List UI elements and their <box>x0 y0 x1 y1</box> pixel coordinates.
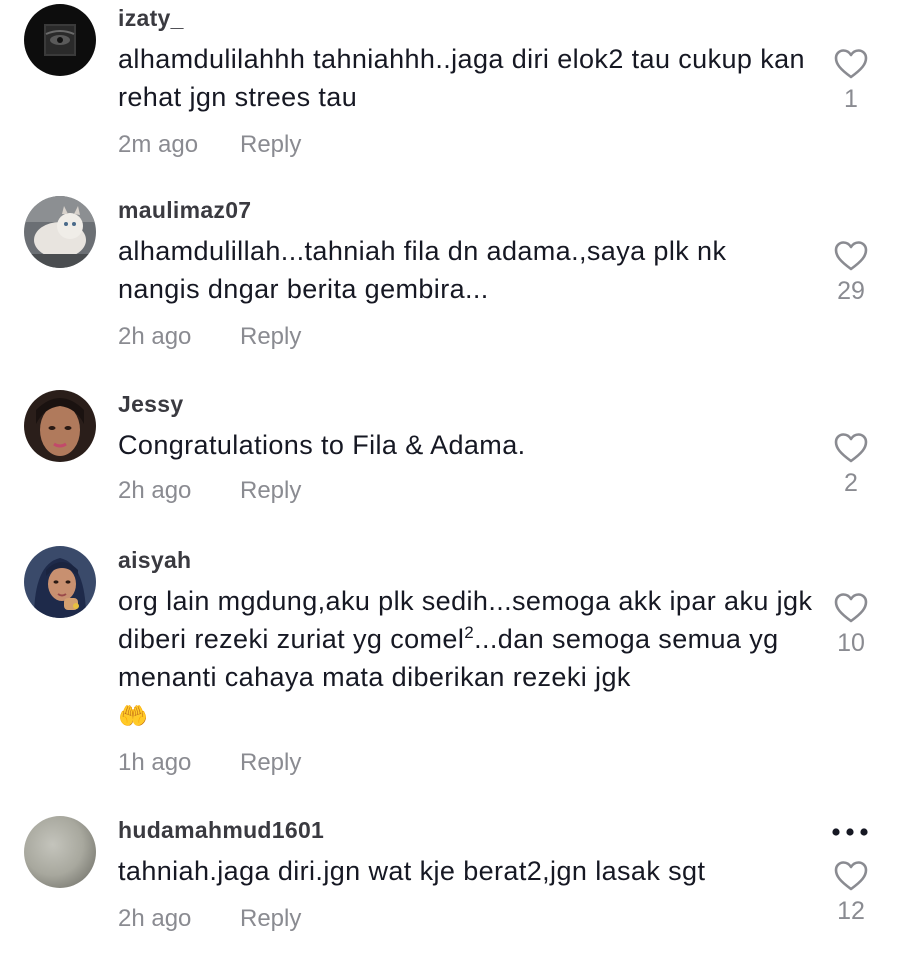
like-count: 29 <box>837 277 865 305</box>
comment-text: org lain mgdung,aku plk sedih...semoga a… <box>118 582 818 736</box>
raising-hands-emoji: 🤲 <box>118 702 149 730</box>
like-button[interactable]: 12 <box>826 860 876 926</box>
heart-outline-icon[interactable] <box>834 240 868 272</box>
comment-text: alhamdulilahhh tahniahhh..jaga diri elok… <box>118 44 805 112</box>
comment-item: aisyah org lain mgdung,aku plk sedih...s… <box>0 546 916 786</box>
heart-outline-icon[interactable] <box>834 432 868 464</box>
avatar[interactable] <box>24 4 96 76</box>
avatar[interactable] <box>24 390 96 462</box>
comment-meta: 2h ago Reply <box>118 476 301 506</box>
reply-button[interactable]: Reply <box>240 748 301 778</box>
reply-button[interactable]: Reply <box>240 322 301 352</box>
comment-meta: 2h ago Reply <box>118 904 301 934</box>
reply-button[interactable]: Reply <box>240 130 301 160</box>
username[interactable]: aisyah <box>118 546 191 574</box>
comment-meta: 1h ago Reply <box>118 748 301 778</box>
comment-meta: 2h ago Reply <box>118 322 301 352</box>
username[interactable]: izaty_ <box>118 4 184 32</box>
avatar[interactable] <box>24 196 96 268</box>
avatar[interactable] <box>24 546 96 618</box>
like-count: 12 <box>837 897 865 925</box>
like-button[interactable]: 10 <box>826 592 876 658</box>
username[interactable]: hudamahmud1601 <box>118 816 324 844</box>
comment-meta: 2m ago Reply <box>118 130 301 160</box>
avatar-image <box>24 546 96 618</box>
username[interactable]: maulimaz07 <box>118 196 251 224</box>
heart-outline-icon[interactable] <box>834 48 868 80</box>
reply-button[interactable]: Reply <box>240 476 301 506</box>
timestamp: 2h ago <box>118 323 192 350</box>
comment-item: hudamahmud1601 tahniah.jaga diri.jgn wat… <box>0 816 916 946</box>
comment-text: Congratulations to Fila & Adama. <box>118 430 526 460</box>
avatar-image <box>24 4 96 76</box>
like-button[interactable]: 29 <box>826 240 876 306</box>
like-button[interactable]: 1 <box>826 48 876 114</box>
timestamp: 2h ago <box>118 477 192 504</box>
timestamp: 2m ago <box>118 131 199 158</box>
avatar-image <box>24 390 96 462</box>
timestamp: 1h ago <box>118 749 192 776</box>
avatar-image <box>24 196 96 268</box>
heart-outline-icon[interactable] <box>834 860 868 892</box>
timestamp: 2h ago <box>118 905 192 932</box>
username[interactable]: Jessy <box>118 390 183 418</box>
comment-item: Jessy Congratulations to Fila & Adama. 2… <box>0 390 916 510</box>
comment-item: maulimaz07 alhamdulillah...tahniah fila … <box>0 196 916 356</box>
like-count: 10 <box>837 629 865 657</box>
reply-button[interactable]: Reply <box>240 904 301 934</box>
like-count: 2 <box>844 469 858 497</box>
comment-text: alhamdulillah...tahniah fila dn adama.,s… <box>118 236 727 304</box>
comment-list: izaty_ alhamdulilahhh tahniahhh..jaga di… <box>0 0 916 972</box>
like-button[interactable]: 2 <box>826 432 876 498</box>
avatar[interactable] <box>24 816 96 888</box>
superscript: 2 <box>464 623 475 642</box>
ellipsis-icon[interactable] <box>830 826 870 838</box>
avatar-image <box>24 816 96 888</box>
like-count: 1 <box>844 85 858 113</box>
comment-item: izaty_ alhamdulilahhh tahniahhh..jaga di… <box>0 4 916 164</box>
comment-text: tahniah.jaga diri.jgn wat kje berat2,jgn… <box>118 856 706 886</box>
heart-outline-icon[interactable] <box>834 592 868 624</box>
